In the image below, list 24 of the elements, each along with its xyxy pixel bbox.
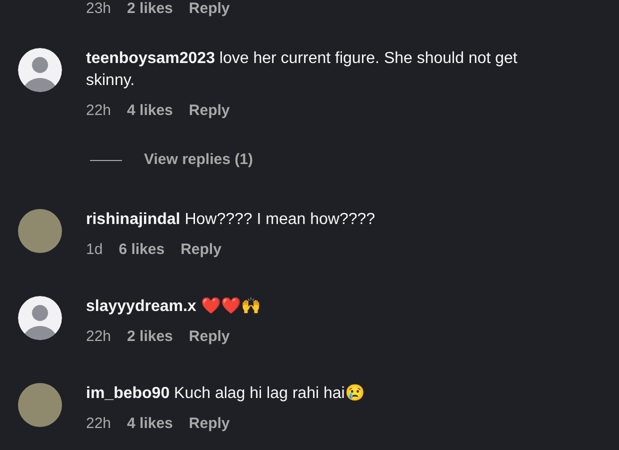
reply-button[interactable]: Reply: [180, 240, 222, 258]
likes-link[interactable]: 2 likes: [127, 0, 173, 18]
avatar-photo-placeholder[interactable]: [18, 208, 62, 252]
likes-link[interactable]: 6 likes: [118, 240, 165, 258]
default-avatar-icon[interactable]: [18, 48, 62, 92]
reply-button[interactable]: Reply: [188, 328, 230, 346]
reply-button[interactable]: Reply: [188, 414, 230, 432]
avatar-photo-placeholder[interactable]: [18, 382, 62, 426]
comment-time: 22h: [86, 328, 112, 346]
reply-button[interactable]: Reply: [188, 102, 230, 120]
view-replies-button[interactable]: View replies (1): [144, 149, 253, 172]
likes-link[interactable]: 4 likes: [127, 414, 173, 432]
likes-link[interactable]: 4 likes: [127, 102, 173, 120]
comment-time: 1d: [86, 240, 103, 258]
comment-text: rishinajindal How???? I mean how????: [86, 210, 376, 230]
comment-time: 22h: [86, 414, 112, 432]
comment-time: 22h: [86, 102, 112, 120]
comment-text: teenboysam2023 love her current figure. She should not get skinny.: [86, 49, 518, 91]
comment-text: im_bebo90 Kuch alag hi lag rahi hai😢: [86, 383, 365, 404]
default-avatar-icon[interactable]: [18, 296, 62, 340]
comment-time: 23h: [86, 0, 112, 18]
comment-text: slayyydream.x ❤❤🙌: [86, 296, 261, 316]
reply-button[interactable]: Reply: [188, 0, 230, 18]
likes-link[interactable]: 2 likes: [127, 328, 173, 346]
